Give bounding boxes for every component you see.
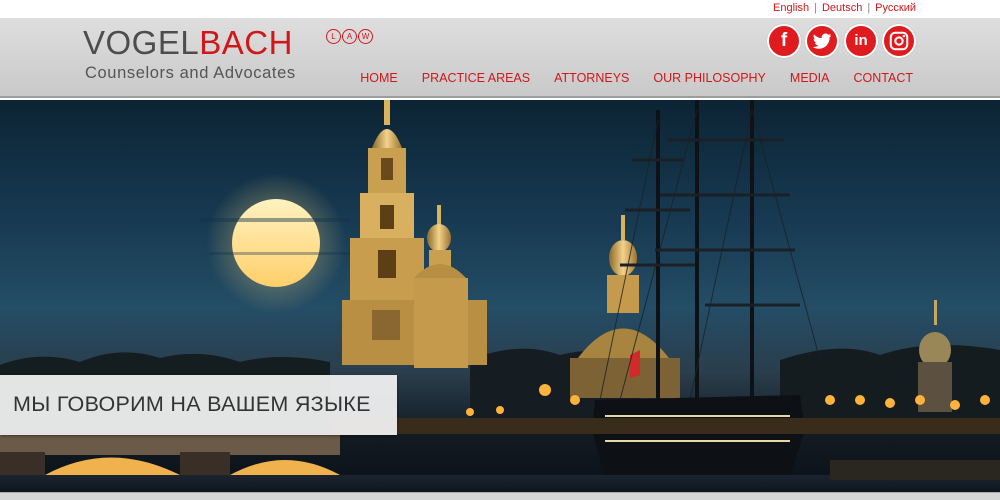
logo-tagline: Counselors and Advocates <box>85 64 296 82</box>
hero-headline-box: МЫ ГОВОРИМ НА ВАШЕМ ЯЗЫКЕ <box>0 375 397 435</box>
instagram-icon[interactable] <box>882 24 916 58</box>
nav-attorneys[interactable]: ATTORNEYS <box>554 71 629 85</box>
linkedin-icon[interactable]: in <box>844 24 878 58</box>
site-header: VOGELBACH L A W Counselors and Advocates… <box>0 18 1000 98</box>
nav-media[interactable]: MEDIA <box>790 71 830 85</box>
language-deutsch-link[interactable]: Deutsch <box>822 2 862 14</box>
nav-practice-areas[interactable]: PRACTICE AREAS <box>422 71 530 85</box>
logo-text-vogel: VOGEL <box>83 24 200 61</box>
logo-law-letter: W <box>358 29 373 44</box>
main-nav: HOME PRACTICE AREAS ATTORNEYS OUR PHILOS… <box>360 71 913 85</box>
twitter-icon[interactable] <box>805 24 839 58</box>
language-separator: | <box>814 2 817 14</box>
language-switcher: English | Deutsch | Русский <box>773 2 916 14</box>
bottom-strip <box>0 492 1000 500</box>
language-english-link[interactable]: English <box>773 2 809 14</box>
language-russian-link[interactable]: Русский <box>875 2 916 14</box>
language-bar: English | Deutsch | Русский <box>0 0 1000 18</box>
language-separator: | <box>867 2 871 14</box>
nav-contact[interactable]: CONTACT <box>854 71 914 85</box>
logo-text-bach: BACH <box>199 24 293 61</box>
nav-our-philosophy[interactable]: OUR PHILOSOPHY <box>653 71 766 85</box>
logo-law-badge: L A W <box>326 29 374 44</box>
logo-law-letter: L <box>326 29 341 44</box>
logo-law-letter: A <box>342 29 357 44</box>
hero-headline: МЫ ГОВОРИМ НА ВАШЕМ ЯЗЫКЕ <box>13 392 371 416</box>
nav-home[interactable]: HOME <box>360 71 398 85</box>
logo[interactable]: VOGELBACH <box>83 26 293 59</box>
facebook-icon[interactable]: f <box>767 24 801 58</box>
hero-image-st-petersburg <box>0 100 1000 500</box>
hero-banner: МЫ ГОВОРИМ НА ВАШЕМ ЯЗЫКЕ <box>0 100 1000 500</box>
